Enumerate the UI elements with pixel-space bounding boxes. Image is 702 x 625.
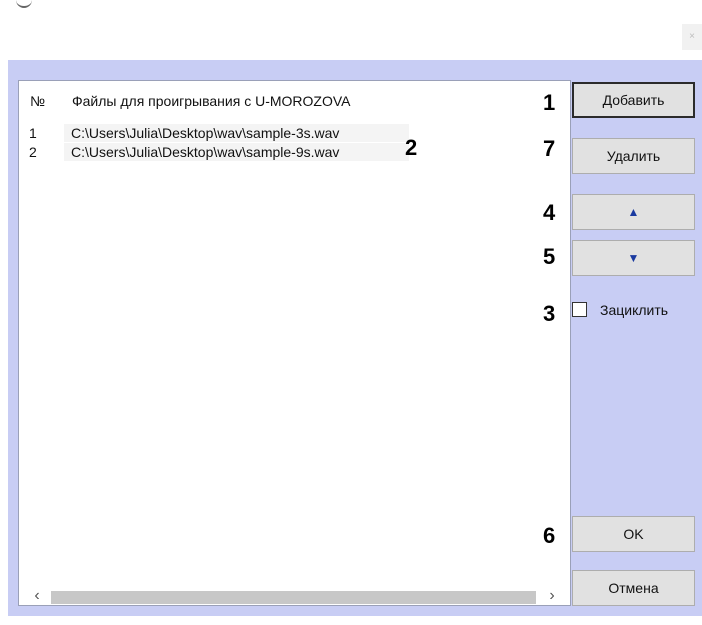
title-bar: ×: [0, 0, 702, 58]
list-header: № Файлы для проигрывания с U-MOROZOVA: [19, 81, 570, 121]
close-button[interactable]: ×: [682, 24, 702, 50]
horizontal-scrollbar[interactable]: ‹ ›: [19, 588, 570, 605]
cancel-button[interactable]: Отмена: [572, 570, 695, 606]
scroll-left-icon[interactable]: ‹: [29, 588, 45, 605]
list-item-path: C:\Users\Julia\Desktop\wav\sample-9s.wav: [64, 143, 409, 161]
callout-7: 7: [543, 136, 556, 161]
arrow-up-icon: ▲: [627, 205, 640, 219]
callout-1: 1: [543, 90, 556, 115]
move-up-button[interactable]: ▲: [572, 194, 695, 230]
list-item[interactable]: 1 C:\Users\Julia\Desktop\wav\sample-3s.w…: [19, 124, 414, 142]
dialog-body: № Файлы для проигрывания с U-MOROZOVA 1 …: [8, 60, 702, 616]
list-item-number: 1: [29, 125, 37, 141]
column-header-number[interactable]: №: [30, 93, 45, 109]
callout-5: 5: [543, 244, 556, 269]
close-icon: ×: [689, 31, 695, 42]
loop-label: Зациклить: [600, 302, 669, 318]
callout-2: 2: [405, 135, 418, 160]
callout-3: 3: [543, 301, 556, 326]
arrow-down-icon: ▼: [627, 251, 640, 265]
scroll-right-icon[interactable]: ›: [544, 588, 560, 605]
list-item-number: 2: [29, 144, 37, 160]
scroll-thumb[interactable]: [51, 591, 536, 604]
list-item[interactable]: 2 C:\Users\Julia\Desktop\wav\sample-9s.w…: [19, 143, 414, 161]
delete-button[interactable]: Удалить: [572, 138, 695, 174]
file-list[interactable]: № Файлы для проигрывания с U-MOROZOVA 1 …: [18, 80, 571, 606]
callout-6: 6: [543, 523, 556, 548]
add-button[interactable]: Добавить: [572, 82, 695, 118]
checkbox-box[interactable]: [572, 302, 587, 317]
app-icon: [16, 0, 32, 8]
list-item-path: C:\Users\Julia\Desktop\wav\sample-3s.wav: [64, 124, 409, 142]
ok-button[interactable]: OK: [572, 516, 695, 552]
column-header-files[interactable]: Файлы для проигрывания с U-MOROZOVA: [72, 93, 351, 109]
move-down-button[interactable]: ▼: [572, 240, 695, 276]
callout-4: 4: [543, 200, 556, 225]
